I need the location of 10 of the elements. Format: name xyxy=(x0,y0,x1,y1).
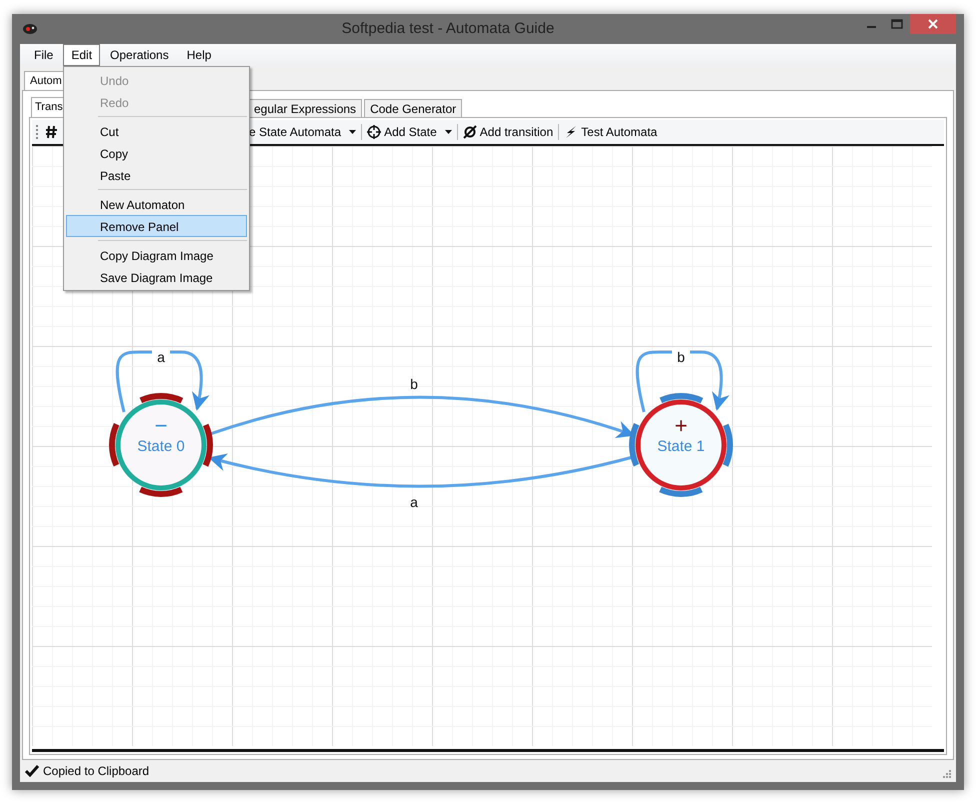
transition-label: a xyxy=(410,494,418,510)
status-text: Copied to Clipboard xyxy=(43,763,150,780)
state-symbol: + xyxy=(674,413,688,438)
window-title: Softpedia test - Automata Guide xyxy=(340,18,556,39)
transition-label: a xyxy=(157,349,165,365)
state-symbol: − xyxy=(154,413,168,438)
state-label: State 0 xyxy=(137,438,185,455)
state-label: State 1 xyxy=(657,438,705,455)
transition-label: b xyxy=(677,349,685,365)
transition-label: b xyxy=(410,376,418,392)
